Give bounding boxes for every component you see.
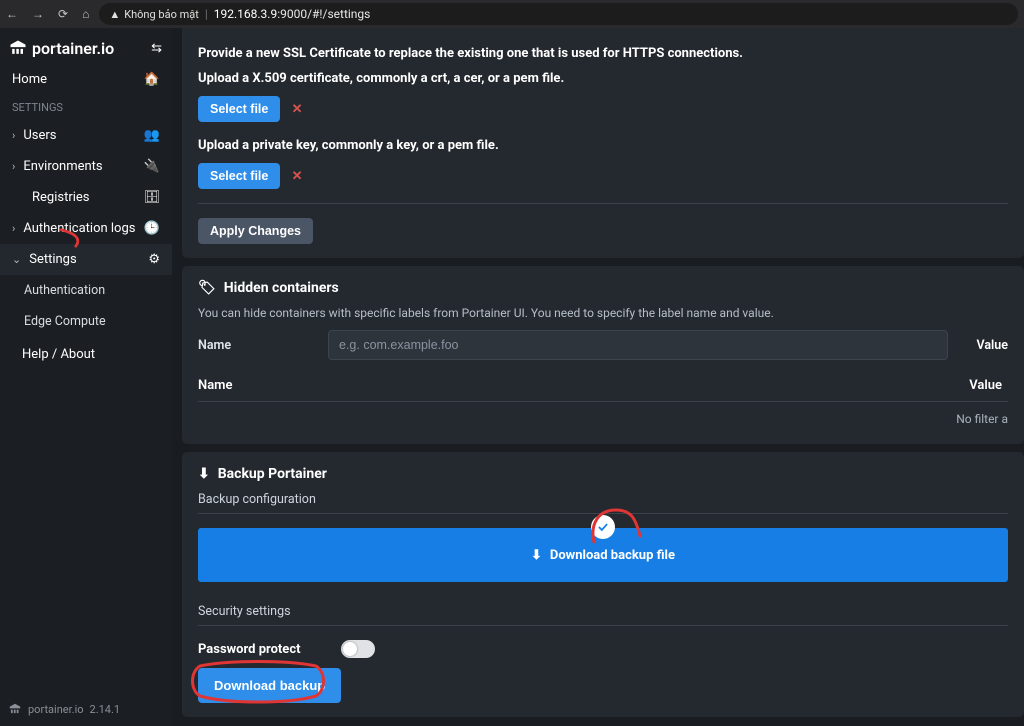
security-settings-head: Security settings (198, 604, 1008, 626)
ssl-panel: Provide a new SSL Certificate to replace… (182, 28, 1024, 258)
chevron-right-icon: › (12, 129, 15, 142)
sidebar-item-home[interactable]: Home 🏠 (0, 64, 172, 95)
plug-icon: 🔌 (144, 159, 160, 174)
home-nav-icon[interactable]: ⌂ (82, 7, 89, 21)
select-key-button[interactable]: Select file (198, 163, 280, 189)
auth-logs-label: Authentication logs (23, 221, 135, 236)
registries-label: Registries (32, 190, 90, 205)
app-logo[interactable]: portainer.io (8, 38, 114, 58)
password-protect-label: Password protect (198, 642, 301, 657)
clear-key-icon[interactable]: ✕ (292, 169, 303, 184)
chevron-right-icon: › (12, 160, 15, 173)
clear-cert-icon[interactable]: ✕ (292, 102, 303, 117)
sidebar-item-settings[interactable]: ⌄ Settings ⚙ (0, 244, 172, 275)
tag-icon: 🏷 (198, 280, 216, 296)
select-cert-button[interactable]: Select file (198, 96, 280, 122)
sidebar-item-environments[interactable]: › Environments 🔌 (0, 151, 172, 182)
no-filter-text: No filter a (198, 402, 1008, 430)
home-icon: 🏠 (144, 72, 160, 87)
apply-changes-button[interactable]: Apply Changes (198, 218, 313, 244)
sidebar-item-help[interactable]: Help / About (0, 339, 172, 370)
hidden-containers-panel: 🏷 Hidden containers You can hide contain… (182, 266, 1024, 444)
gear-icon: ⚙ (148, 252, 160, 267)
sidebar-item-auth-logs[interactable]: › Authentication logs 🕒 (0, 213, 172, 244)
name-label: Name (198, 338, 318, 353)
warning-icon: ▲ (109, 8, 120, 21)
ssl-note-3: Upload a private key, commonly a key, or… (198, 138, 1008, 153)
backup-config-head: Backup configuration (198, 492, 1008, 514)
chevron-right-icon: › (12, 222, 15, 235)
sidebar-footer: portainer.io 2.14.1 (0, 692, 172, 726)
sidebar: portainer.io ⇆ Home 🏠 SETTINGS ›Users 👥 … (0, 28, 172, 726)
download-bar-dl-icon: ⬇ (531, 548, 542, 563)
forward-icon[interactable]: → (32, 7, 44, 21)
url-path: :9000/#!/settings (277, 7, 370, 21)
sidebar-sub-authentication[interactable]: Authentication (0, 275, 172, 306)
security-text: Không bảo mật (124, 8, 199, 21)
history-icon: 🕒 (144, 221, 160, 236)
name-input[interactable] (328, 330, 948, 360)
reload-icon[interactable]: ⟳ (58, 7, 68, 21)
main-content: Provide a new SSL Certificate to replace… (172, 28, 1024, 726)
value-label: Value (976, 338, 1008, 353)
chevron-down-icon: ⌄ (12, 253, 21, 266)
download-backup-bar[interactable]: ⬇ Download backup file (198, 528, 1008, 582)
sidebar-section-settings: SETTINGS (0, 95, 172, 120)
backup-panel: ⬇ Backup Portainer Backup configuration … (182, 452, 1024, 717)
download-icon: ⬇ (198, 466, 210, 482)
back-icon[interactable]: ← (6, 7, 18, 21)
hidden-table-header: Name Value (198, 370, 1008, 402)
download-backup-button[interactable]: Download backup (198, 668, 341, 703)
ssl-note-1: Provide a new SSL Certificate to replace… (198, 46, 1008, 61)
environments-label: Environments (23, 159, 102, 174)
footer-version: 2.14.1 (90, 703, 121, 716)
sidebar-sub-edge-compute[interactable]: Edge Compute (0, 306, 172, 337)
browser-chrome: ← → ⟳ ⌂ ▲ Không bảo mật | 192.168.3.9:90… (0, 0, 1024, 28)
help-label: Help / About (22, 347, 95, 362)
password-protect-toggle[interactable] (341, 640, 375, 658)
home-label: Home (12, 72, 47, 87)
database-icon: 🗄 (143, 190, 160, 205)
url-bar[interactable]: ▲ Không bảo mật | 192.168.3.9:9000/#!/se… (99, 3, 1018, 25)
url-host: 192.168.3.9 (214, 7, 277, 21)
check-badge-icon (591, 515, 615, 539)
settings-label: Settings (29, 252, 76, 267)
users-label: Users (23, 128, 56, 143)
logo-text: portainer.io (32, 39, 114, 58)
hidden-title: Hidden containers (224, 280, 339, 296)
ssl-note-2: Upload a X.509 certificate, commonly a c… (198, 71, 1008, 86)
col-value: Value (758, 378, 1008, 393)
sidebar-item-registries[interactable]: Registries 🗄 (0, 182, 172, 213)
footer-brand: portainer.io (28, 703, 84, 716)
sidebar-item-users[interactable]: › Users 👥 (0, 120, 172, 151)
backup-title: Backup Portainer (218, 466, 327, 482)
col-name: Name (198, 378, 758, 393)
users-icon: 👥 (144, 128, 160, 143)
hidden-desc: You can hide containers with specific la… (198, 306, 1008, 320)
collapse-icon[interactable]: ⇆ (151, 41, 162, 56)
download-bar-label: Download backup file (550, 548, 675, 563)
